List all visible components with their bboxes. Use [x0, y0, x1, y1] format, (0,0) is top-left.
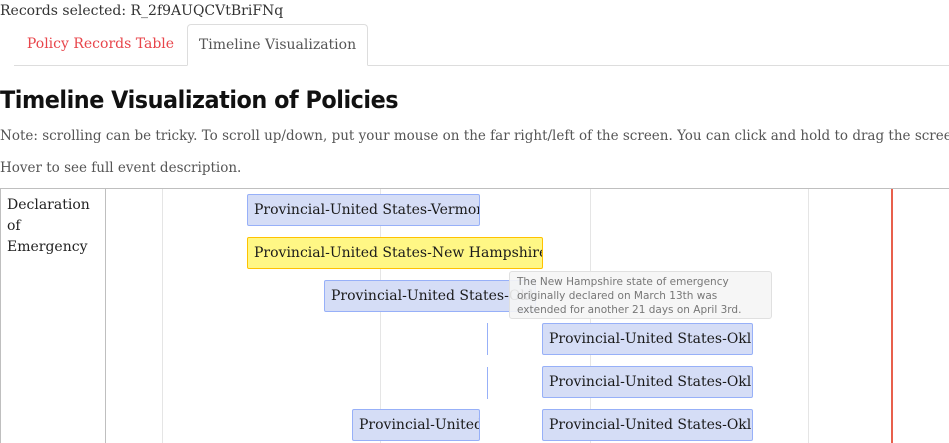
timeline-item-new-hampshire[interactable]: Provincial-United States-New Hampshire-T	[247, 237, 543, 269]
tab-bar: Policy Records Table Timeline Visualizat…	[14, 24, 949, 66]
tab-timeline-visualization[interactable]: Timeline Visualization	[187, 24, 368, 66]
timeline-canvas[interactable]: Declaration of Emergency Provincial-Unit…	[0, 188, 949, 443]
current-time-marker	[891, 189, 893, 443]
timeline-point-marker	[487, 367, 488, 399]
timeline-item-oklahoma[interactable]: Provincial-United States-Oklah	[542, 366, 753, 398]
group-label-declaration-of-emergency: Declaration of Emergency	[1, 189, 106, 443]
event-tooltip: The New Hampshire state of emergency ori…	[509, 271, 772, 319]
timeline-item-oklahoma[interactable]: Provincial-United States-Oklah	[324, 280, 536, 312]
timeline-gridline	[162, 189, 163, 443]
timeline-gridline	[380, 189, 381, 443]
timeline-item-united[interactable]: Provincial-United	[352, 409, 480, 441]
timeline-point-marker	[487, 323, 488, 355]
records-selected-label: Records selected: R_2f9AUQCVtBriFNq	[0, 3, 284, 19]
page-title: Timeline Visualization of Policies	[0, 86, 399, 114]
timeline-item-vermont[interactable]: Provincial-United States-Vermont	[247, 194, 480, 226]
tab-policy-records-table[interactable]: Policy Records Table	[14, 24, 187, 65]
hover-hint: Hover to see full event description.	[0, 160, 242, 176]
timeline-item-oklahoma[interactable]: Provincial-United States-Oklah	[542, 323, 753, 355]
timeline-item-oklahoma[interactable]: Provincial-United States-Oklah	[542, 409, 753, 441]
scroll-note: Note: scrolling can be tricky. To scroll…	[0, 128, 949, 144]
timeline-gridline	[808, 189, 809, 443]
